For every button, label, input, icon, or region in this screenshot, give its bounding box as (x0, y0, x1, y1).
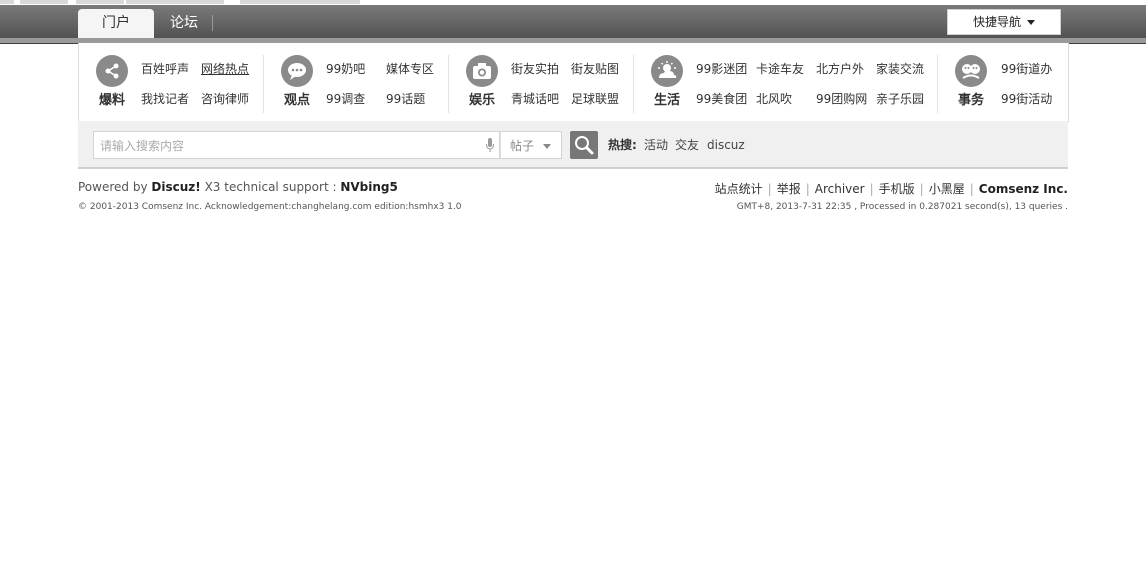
search-button[interactable] (570, 131, 598, 159)
footer-divider: | (869, 182, 874, 196)
channel-link[interactable]: 卡途车友 (756, 60, 804, 77)
channel-link[interactable]: 家装交流 (876, 60, 924, 77)
acknowledgement-text: Acknowledgement:changhelang.com edition:… (204, 202, 462, 212)
channel-link[interactable]: 百姓呼声 (141, 60, 189, 77)
search-type-label: 帖子 (510, 139, 535, 153)
channel-link[interactable]: 99话题 (386, 90, 425, 107)
footer-divider: | (969, 182, 974, 196)
channel-link[interactable]: 街友贴图 (571, 60, 619, 77)
search-type-select[interactable]: 帖子 (500, 131, 562, 159)
channel-shiwu: 事务 99街道办 99街活动 (939, 43, 1067, 121)
channel-link[interactable]: 足球联盟 (571, 90, 619, 107)
product-link[interactable]: Discuz! (151, 180, 200, 194)
top-nav-bar: 门户 论坛 快捷导航 (0, 5, 1146, 44)
top-strip-segment (0, 0, 14, 4)
footer-link-blacklist[interactable]: 小黑屋 (929, 182, 965, 196)
hot-search-item[interactable]: 交友 (675, 131, 699, 159)
hot-search-item[interactable]: discuz (707, 131, 745, 159)
channel-divider (633, 55, 634, 113)
tab-portal[interactable]: 门户 (78, 9, 154, 38)
channel-name[interactable]: 观点 (277, 89, 317, 108)
cloud-sun-icon[interactable] (651, 55, 683, 87)
speech-bubble-icon[interactable] (281, 55, 313, 87)
channel-name[interactable]: 事务 (951, 89, 991, 108)
channel-divider (448, 55, 449, 113)
hot-search-label: 热搜: (608, 138, 637, 152)
footer-divider: | (805, 182, 810, 196)
channel-name[interactable]: 爆料 (92, 89, 132, 108)
channel-shenghuo: 生活 99影迷团 卡途车友 北方户外 家装交流 99美食团 北风吹 99团购网 … (635, 43, 935, 121)
top-strip-segment (76, 0, 124, 4)
channel-baoliao: 爆料 百姓呼声 网络热点 我找记者 咨询律师 (79, 43, 259, 121)
footer-company-link[interactable]: Comsenz Inc. (979, 182, 1068, 196)
caret-down-icon (543, 144, 551, 149)
footer-links: 站点统计 | 举报 | Archiver | 手机版 | 小黑屋 | Comsenz Inc. (715, 180, 1068, 197)
channel-link[interactable]: 我找记者 (141, 90, 189, 107)
company-link[interactable]: Comsenz Inc. (142, 202, 202, 212)
channel-link[interactable]: 网络热点 (201, 60, 249, 77)
support-prefix: technical support : (224, 180, 337, 194)
share-icon[interactable] (96, 55, 128, 87)
powered-prefix: Powered by (78, 180, 148, 194)
search-icon (575, 136, 594, 155)
microphone-icon[interactable] (486, 138, 494, 152)
product-version: X3 (204, 180, 221, 194)
channel-link[interactable]: 99影迷团 (696, 60, 747, 77)
channel-link[interactable]: 99街活动 (1001, 90, 1052, 107)
channel-link[interactable]: 99团购网 (816, 90, 867, 107)
channel-link[interactable]: 99美食团 (696, 90, 747, 107)
copyright-text: © 2001-2013 (78, 202, 139, 212)
hot-search-item[interactable]: 活动 (644, 131, 668, 159)
channel-yule: 娱乐 街友实拍 街友贴图 青城话吧 足球联盟 (450, 43, 630, 121)
footer-link-stats[interactable]: 站点统计 (715, 182, 763, 196)
people-icon[interactable] (955, 55, 987, 87)
top-strip-segment (20, 0, 68, 4)
tab-forum[interactable]: 论坛 (162, 9, 206, 38)
channel-panel: 爆料 百姓呼声 网络热点 我找记者 咨询律师 观点 99奶吧 媒体专区 99调查… (78, 43, 1069, 122)
channel-link[interactable]: 亲子乐园 (876, 90, 924, 107)
channel-link[interactable]: 媒体专区 (386, 60, 434, 77)
camera-icon[interactable] (466, 55, 498, 87)
footer-divider: | (919, 182, 924, 196)
top-strip-segment (240, 0, 360, 4)
search-input[interactable]: 请输入搜索内容 (93, 131, 500, 159)
channel-link[interactable]: 青城话吧 (511, 90, 559, 107)
footer-copyright: © 2001-2013 Comsenz Inc. Acknowledgement… (78, 202, 462, 212)
footer-link-archiver[interactable]: Archiver (815, 182, 865, 196)
quick-nav-button[interactable]: 快捷导航 (947, 9, 1061, 35)
channel-link[interactable]: 99街道办 (1001, 60, 1052, 77)
channel-link[interactable]: 99奶吧 (326, 60, 365, 77)
channel-link[interactable]: 北方户外 (816, 60, 864, 77)
support-link[interactable]: NVbing5 (340, 180, 398, 194)
footer-processed-info: GMT+8, 2013-7-31 22:35 , Processed in 0.… (736, 202, 1068, 212)
search-bar: 请输入搜索内容 帖子 热搜: 活动 交友 discuz (78, 121, 1068, 169)
channel-divider (263, 55, 264, 113)
tab-divider (212, 15, 213, 31)
caret-down-icon (1027, 20, 1035, 25)
channel-name[interactable]: 生活 (647, 89, 687, 108)
footer-powered-by: Powered by Discuz! X3 technical support … (78, 180, 398, 194)
channel-link[interactable]: 99调查 (326, 90, 365, 107)
channel-name[interactable]: 娱乐 (462, 89, 502, 108)
channel-link[interactable]: 北风吹 (756, 90, 792, 107)
quick-nav-label: 快捷导航 (972, 15, 1021, 29)
channel-divider (937, 55, 938, 113)
footer-link-mobile[interactable]: 手机版 (879, 182, 915, 196)
footer-link-report[interactable]: 举报 (777, 182, 801, 196)
channel-link[interactable]: 咨询律师 (201, 90, 249, 107)
channel-guandian: 观点 99奶吧 媒体专区 99调查 99话题 (265, 43, 445, 121)
footer-divider: | (767, 182, 772, 196)
top-strip-segment (126, 0, 224, 4)
channel-link[interactable]: 街友实拍 (511, 60, 559, 77)
